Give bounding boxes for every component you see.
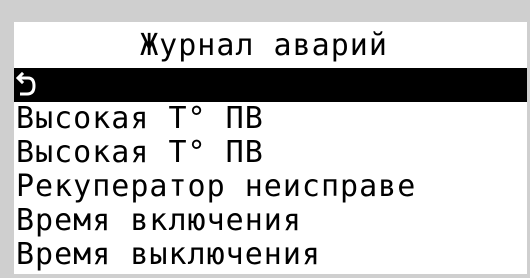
- page-title: Журнал аварий: [140, 28, 388, 63]
- back-menu-item[interactable]: [14, 68, 527, 102]
- lcd-screen: Журнал аварий Высокая Т° ПВ Высокая Т° П…: [14, 22, 527, 274]
- device-bezel: Журнал аварий Высокая Т° ПВ Высокая Т° П…: [0, 0, 530, 278]
- alarm-item-3[interactable]: Рекуператор неисправе: [14, 170, 527, 204]
- alarm-item-4[interactable]: Время включения: [14, 204, 527, 238]
- alarm-item-label: Время включения: [16, 204, 302, 238]
- alarm-item-label: Рекуператор неисправе: [16, 170, 417, 204]
- return-arrow-icon: [16, 70, 38, 100]
- alarm-item-5[interactable]: Время выключения: [14, 238, 527, 272]
- alarm-item-label: Высокая Т° ПВ: [16, 136, 264, 170]
- alarm-item-label: Высокая Т° ПВ: [16, 102, 264, 136]
- alarm-item-label: Время выключения: [16, 238, 321, 272]
- alarm-item-2[interactable]: Высокая Т° ПВ: [14, 136, 527, 170]
- alarm-item-1[interactable]: Высокая Т° ПВ: [14, 102, 527, 136]
